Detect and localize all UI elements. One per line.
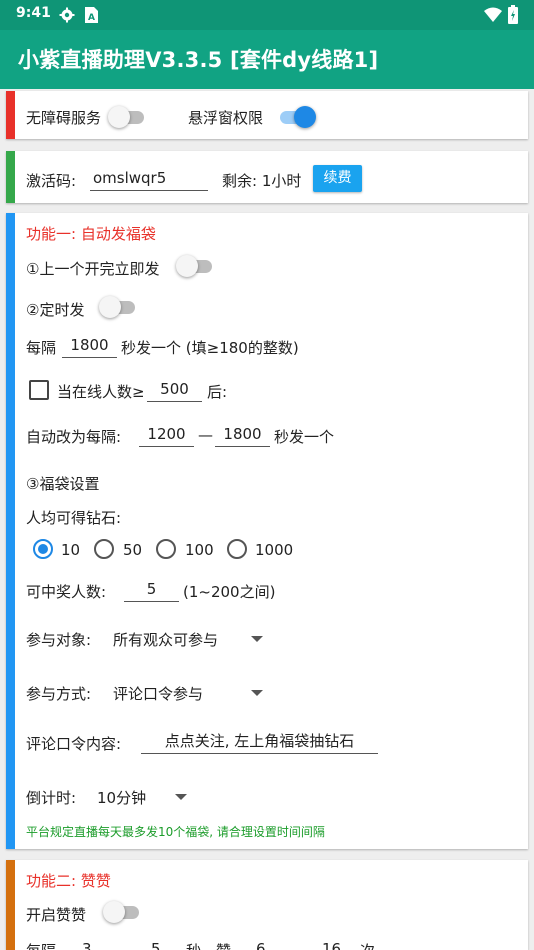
status-time: 9:41 [16,5,51,21]
online-count-input[interactable]: 500 [147,378,202,402]
online-suffix: 后: [207,383,228,401]
notice-text: 平台规定直播每天最多发10个福袋, 请合理设置时间间隔 [26,825,325,839]
card-accent-bar [6,151,15,203]
opt2-label: ②定时发 [26,301,85,319]
auto-max-input[interactable]: 1800 [215,423,270,447]
card-accent-bar [6,91,15,139]
method-select[interactable]: 评论口令参与 [113,683,203,704]
method-dropdown-icon[interactable] [251,690,263,696]
likes-like: 赞 [216,940,231,950]
interval-prefix: 每隔 [26,339,57,357]
likes-v1[interactable]: 3 [82,940,92,950]
countdown-select[interactable]: 10分钟 [97,787,146,808]
card-accent-bar [6,860,15,950]
diamond-option-label: 100 [185,541,214,559]
battery-icon [508,5,518,24]
accessibility-toggle[interactable] [108,106,148,128]
wifi-icon [484,7,502,22]
opt2-toggle[interactable] [99,296,139,318]
countdown-dropdown-icon[interactable] [175,794,187,800]
command-input[interactable]: 点点关注, 左上角福袋抽钻石 [141,730,378,754]
method-label: 参与方式: [26,685,92,703]
likes-v2[interactable]: 5 [151,940,161,950]
activation-code-input[interactable]: omslwqr5 [90,167,208,191]
likes-sec: 秒, [186,940,206,950]
sim-card-icon: A [85,7,98,23]
interval-input[interactable]: 1800 [62,334,117,358]
accessibility-label: 无障碍服务 [26,109,102,127]
diamond-radio-1000[interactable] [227,539,247,559]
online-checkbox[interactable] [29,380,49,400]
audience-dropdown-icon[interactable] [251,636,263,642]
online-label: 当在线人数≥ [57,383,145,401]
diamond-radio-50[interactable] [94,539,114,559]
app-title: 小紫直播助理V3.3.5 [套件dy线路1] [18,48,379,72]
command-label: 评论口令内容: [26,735,122,753]
opt1-toggle[interactable] [176,255,216,277]
interval-suffix: 秒发一个 (填≥180的整数) [121,339,299,357]
status-bar: 9:41 A [0,0,534,30]
likes-v4[interactable]: 16 [322,940,341,950]
app-bar: 小紫直播助理V3.3.5 [套件dy线路1] [0,30,534,89]
remaining-time: 剩余: 1小时 [222,172,302,190]
likes-v3[interactable]: 6 [256,940,266,950]
diamond-option-label: 1000 [255,541,294,559]
activation-card: 激活码: omslwqr5 剩余: 1小时 续费 [6,151,528,203]
auto-min-input[interactable]: 1200 [139,423,194,447]
auto-dash: — [198,426,213,444]
settings-gear-icon [59,7,75,23]
svg-text:A: A [88,13,95,23]
likes-every-label: 每隔 [26,940,56,950]
renew-button[interactable]: 续费 [313,165,362,192]
winners-input[interactable]: 5 [124,578,179,602]
winners-label: 可中奖人数: [26,583,107,601]
winners-hint: (1~200之间) [183,583,276,601]
diamond-radio-100[interactable] [156,539,176,559]
diamond-radio-10[interactable] [33,539,53,559]
activation-code-label: 激活码: [26,172,77,190]
diamond-option-label: 10 [61,541,81,559]
overlay-label: 悬浮窗权限 [188,109,264,127]
likes-times: 次 [360,940,375,950]
feature2-card: 功能二: 赞赞 开启赞赞 每隔 3 5 秒, 赞 6 16 次 [6,860,528,950]
diamond-label: 人均可得钻石: [26,509,122,527]
countdown-label: 倒计时: [26,789,77,807]
opt1-label: ①上一个开完立即发 [26,260,160,278]
feature1-card: 功能一: 自动发福袋 ①上一个开完立即发 ②定时发 每隔 1800 秒发一个 (… [6,213,528,849]
diamond-option-label: 50 [123,541,143,559]
enable-likes-toggle[interactable] [103,901,143,923]
opt3-label: ③福袋设置 [26,475,100,493]
audience-select[interactable]: 所有观众可参与 [113,629,218,650]
overlay-toggle[interactable] [276,106,316,128]
enable-likes-label: 开启赞赞 [26,906,87,924]
auto-suffix: 秒发一个 [274,428,335,446]
feature2-title: 功能二: 赞赞 [26,872,111,890]
feature1-title: 功能一: 自动发福袋 [26,225,156,243]
audience-label: 参与对象: [26,631,92,649]
auto-prefix: 自动改为每隔: [26,428,122,446]
permissions-card: 无障碍服务 悬浮窗权限 [6,91,528,139]
card-accent-bar [6,213,15,849]
